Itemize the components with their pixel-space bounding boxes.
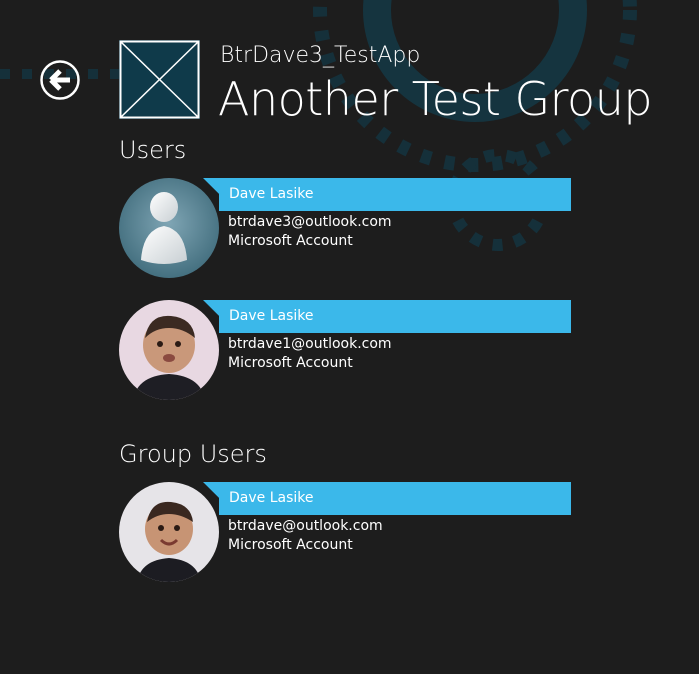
user-email: btrdave3@outlook.com [228,214,392,230]
group-image [119,40,200,119]
user-name: Dave Lasike [229,308,314,324]
group-users-section-heading: Group Users [119,440,267,468]
back-arrow-icon [49,69,70,91]
user-list-item[interactable]: Dave Lasike btrdave1@outlook.com Microso… [119,300,571,402]
page-title: Another Test Group [218,72,653,126]
user-name: Dave Lasike [229,490,314,506]
users-section-heading: Users [119,136,187,164]
avatar [119,178,219,278]
user-name: Dave Lasike [229,186,314,202]
user-list-item[interactable]: Dave Lasike btrdave3@outlook.com Microso… [119,178,571,280]
default-person-avatar-icon [119,178,219,278]
user-account-type: Microsoft Account [228,355,353,371]
baby-photo-avatar-icon [119,300,219,400]
user-email: btrdave@outlook.com [228,518,383,534]
avatar [119,482,219,582]
avatar [119,300,219,400]
group-user-list-item[interactable]: Dave Lasike btrdave@outlook.com Microsof… [119,482,571,584]
user-account-type: Microsoft Account [228,537,353,553]
back-button[interactable] [40,60,80,100]
baby-photo-avatar-icon [119,482,219,582]
user-account-type: Microsoft Account [228,233,353,249]
user-email: btrdave1@outlook.com [228,336,392,352]
